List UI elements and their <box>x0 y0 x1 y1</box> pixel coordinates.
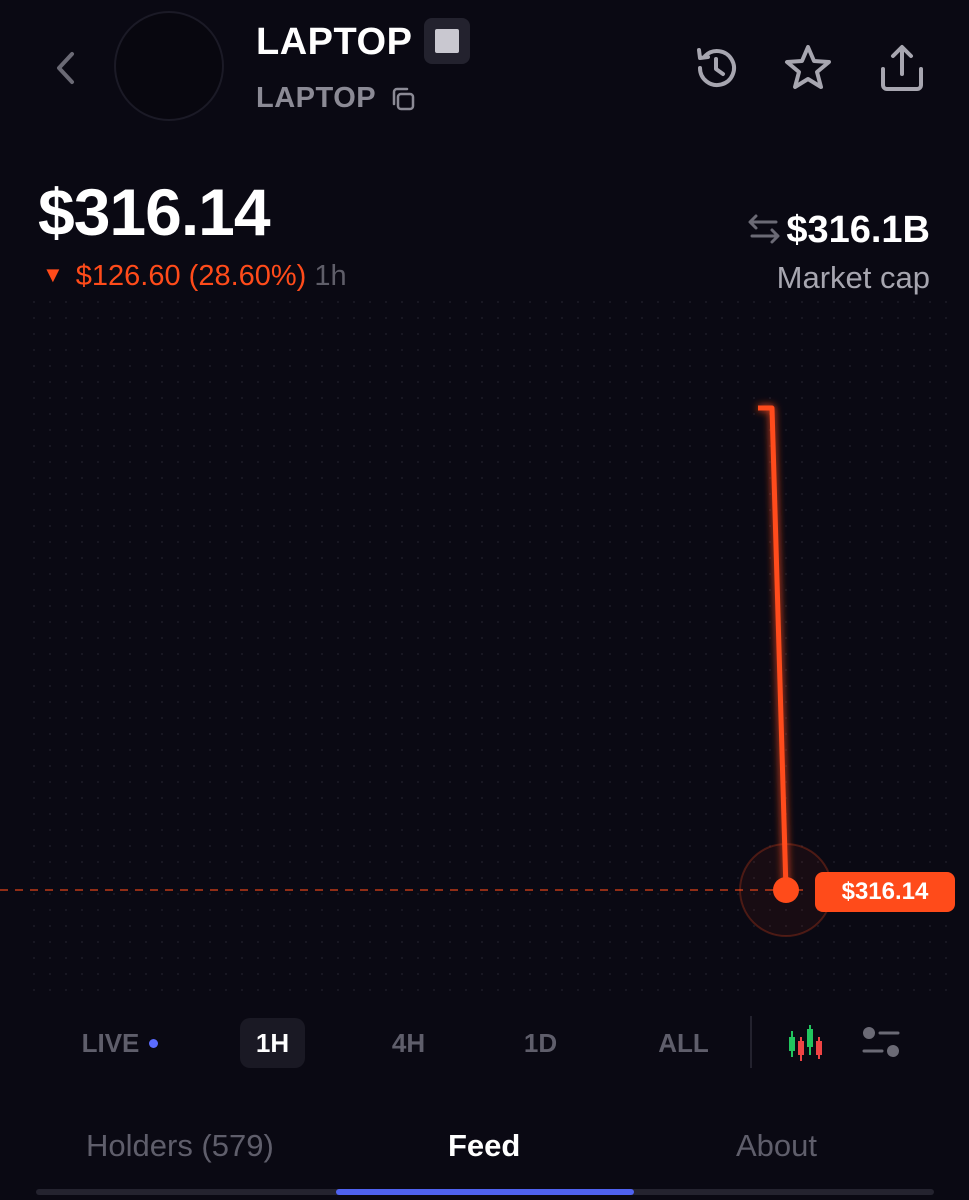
token-detail-screen: LAPTOP LAPTOP $316.14 ▼ $126.60 (28.60%) 1… <box>0 0 969 1200</box>
star-icon <box>785 45 831 89</box>
candlestick-toggle[interactable] <box>780 1018 830 1068</box>
timeframe-label: LIVE <box>81 1027 140 1058</box>
timeframe-4h[interactable]: 4H <box>376 1018 441 1068</box>
current-price-tag: $316.14 <box>815 872 955 912</box>
share-button[interactable] <box>874 40 930 96</box>
token-badge <box>424 18 470 64</box>
tab-holders[interactable]: Holders (579) <box>86 1122 274 1170</box>
swap-icon[interactable] <box>746 212 782 246</box>
chart-settings-icon <box>862 1027 900 1057</box>
history-button[interactable] <box>688 40 744 96</box>
market-cap-value: $316.1B <box>786 209 930 251</box>
price-change: ▼ $126.60 (28.60%) 1h <box>42 256 347 295</box>
history-icon <box>697 48 736 88</box>
current-price: $316.14 <box>38 175 271 249</box>
token-ticker: LAPTOP <box>256 82 377 114</box>
token-avatar <box>114 11 224 121</box>
tab-about[interactable]: About <box>736 1122 817 1170</box>
tab-feed[interactable]: Feed <box>448 1122 520 1170</box>
back-chevron-icon <box>57 52 74 84</box>
timeframe-1h[interactable]: 1H <box>240 1018 305 1068</box>
market-cap-label: Market cap <box>776 260 930 295</box>
share-icon <box>881 45 923 91</box>
price-change-value: $126.60 (28.60%) <box>75 260 307 292</box>
candlestick-icon <box>789 1025 822 1061</box>
timeframe-1d[interactable]: 1D <box>508 1018 573 1068</box>
tab-active-indicator <box>336 1189 634 1195</box>
toolbar-divider <box>750 1016 752 1068</box>
current-price-dot <box>773 877 799 903</box>
price-change-period: 1h <box>314 260 347 292</box>
chart-settings-button[interactable] <box>856 1018 906 1068</box>
token-name: LAPTOP <box>256 21 413 63</box>
copy-icon[interactable] <box>388 84 418 114</box>
favorite-button[interactable] <box>780 40 836 96</box>
down-arrow-icon: ▼ <box>42 262 64 287</box>
timeframe-all[interactable]: ALL <box>646 1018 721 1068</box>
back-button[interactable] <box>40 40 90 96</box>
live-indicator-dot <box>149 1038 159 1048</box>
timeframe-live[interactable]: LIVE <box>70 1018 170 1068</box>
